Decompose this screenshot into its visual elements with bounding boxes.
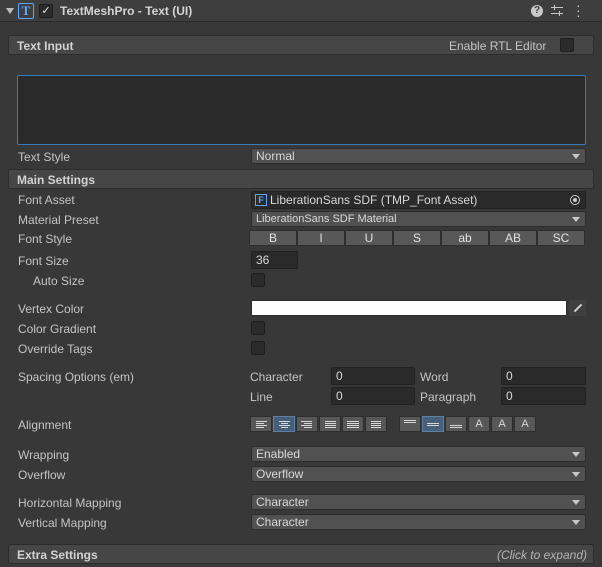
text-style-dropdown[interactable]: Normal — [251, 148, 586, 164]
enabled-checkbox[interactable]: ✓ — [39, 4, 53, 18]
font-asset-field[interactable]: F LiberationSans SDF (TMP_Font Asset) — [251, 191, 586, 209]
align-justified-icon[interactable] — [319, 416, 341, 432]
section-title: Extra Settings — [17, 548, 98, 562]
material-preset-dropdown[interactable]: LiberationSans SDF Material — [251, 211, 586, 227]
font-size-field[interactable]: 36 — [251, 251, 298, 269]
expand-hint: (Click to expand) — [496, 548, 587, 562]
align-geometry-center-icon[interactable] — [365, 416, 387, 432]
main-settings-section: Main Settings — [8, 169, 594, 189]
rtl-label: Enable RTL Editor — [449, 39, 547, 53]
font-style-buttons: B I U S ab AB SC — [249, 230, 585, 246]
overflow-label: Overflow — [18, 468, 66, 482]
color-gradient-label: Color Gradient — [18, 322, 97, 336]
object-picker-icon[interactable] — [570, 195, 580, 205]
rtl-checkbox[interactable] — [560, 38, 574, 52]
section-title: Main Settings — [17, 173, 96, 187]
spacing-options-label: Spacing Options (em) — [18, 370, 135, 384]
vertex-color-swatch[interactable] — [251, 300, 567, 316]
override-tags-label: Override Tags — [18, 342, 93, 356]
alignment-label: Alignment — [18, 418, 72, 432]
horizontal-alignment-group — [250, 416, 387, 432]
align-flush-icon[interactable] — [342, 416, 364, 432]
vertex-color-label: Vertex Color — [18, 302, 85, 316]
underline-button[interactable]: U — [345, 230, 393, 246]
italic-button[interactable]: I — [297, 230, 345, 246]
preset-icon[interactable] — [551, 4, 563, 18]
word-spacing-field[interactable]: 0 — [501, 367, 586, 385]
line-spacing-field[interactable]: 0 — [331, 387, 415, 405]
vertical-alignment-group: A A A — [399, 416, 536, 432]
color-gradient-checkbox[interactable] — [251, 321, 265, 335]
material-preset-label: Material Preset — [18, 213, 99, 227]
paragraph-spacing-field[interactable]: 0 — [501, 387, 586, 405]
override-tags-checkbox[interactable] — [251, 341, 265, 355]
align-bottom-icon[interactable] — [445, 416, 467, 432]
smallcaps-button[interactable]: SC — [537, 230, 585, 246]
lowercase-button[interactable]: ab — [441, 230, 489, 246]
word-spacing-label: Word — [420, 370, 449, 384]
font-asset-label: Font Asset — [18, 193, 75, 207]
text-input-area[interactable] — [17, 75, 586, 145]
align-midline-icon[interactable]: A — [491, 416, 513, 432]
align-top-icon[interactable] — [399, 416, 421, 432]
text-style-label: Text Style — [18, 150, 71, 164]
overflow-dropdown[interactable]: Overflow — [251, 466, 586, 482]
chevron-down-icon — [572, 154, 580, 159]
wrapping-label: Wrapping — [18, 448, 70, 462]
character-spacing-label: Character — [250, 370, 303, 384]
component-title: TextMeshPro - Text (UI) — [60, 4, 193, 18]
auto-size-label: Auto Size — [33, 274, 85, 288]
chevron-down-icon — [572, 217, 580, 222]
align-capline-icon[interactable]: A — [514, 416, 536, 432]
help-icon[interactable]: ? — [531, 5, 543, 17]
align-middle-icon[interactable] — [422, 416, 444, 432]
vertical-mapping-dropdown[interactable]: Character — [251, 514, 586, 530]
strikethrough-button[interactable]: S — [393, 230, 441, 246]
align-left-icon[interactable] — [250, 416, 272, 432]
wrapping-dropdown[interactable]: Enabled — [251, 446, 586, 462]
chevron-down-icon — [572, 520, 580, 525]
extra-settings-section[interactable]: Extra Settings (Click to expand) — [8, 544, 594, 564]
chevron-down-icon — [572, 500, 580, 505]
align-center-icon[interactable] — [273, 416, 295, 432]
chevron-down-icon — [572, 472, 580, 477]
font-style-label: Font Style — [18, 232, 73, 246]
section-title: Text Input — [17, 39, 74, 53]
foldout-arrow-icon[interactable] — [6, 8, 14, 14]
character-spacing-field[interactable]: 0 — [331, 367, 415, 385]
line-spacing-label: Line — [250, 390, 273, 404]
vertical-mapping-label: Vertical Mapping — [18, 516, 107, 530]
horizontal-mapping-label: Horizontal Mapping — [18, 496, 122, 510]
more-icon[interactable]: · · · — [576, 0, 581, 22]
auto-size-checkbox[interactable] — [251, 273, 265, 287]
font-size-label: Font Size — [18, 254, 69, 268]
chevron-down-icon — [572, 452, 580, 457]
font-asset-icon: F — [255, 194, 267, 206]
horizontal-mapping-dropdown[interactable]: Character — [251, 494, 586, 510]
uppercase-button[interactable]: AB — [489, 230, 537, 246]
bold-button[interactable]: B — [249, 230, 297, 246]
align-right-icon[interactable] — [296, 416, 318, 432]
tmp-text-icon: T — [18, 3, 34, 19]
align-baseline-icon[interactable]: A — [468, 416, 490, 432]
eyedropper-icon[interactable] — [569, 300, 586, 316]
paragraph-spacing-label: Paragraph — [420, 390, 477, 404]
